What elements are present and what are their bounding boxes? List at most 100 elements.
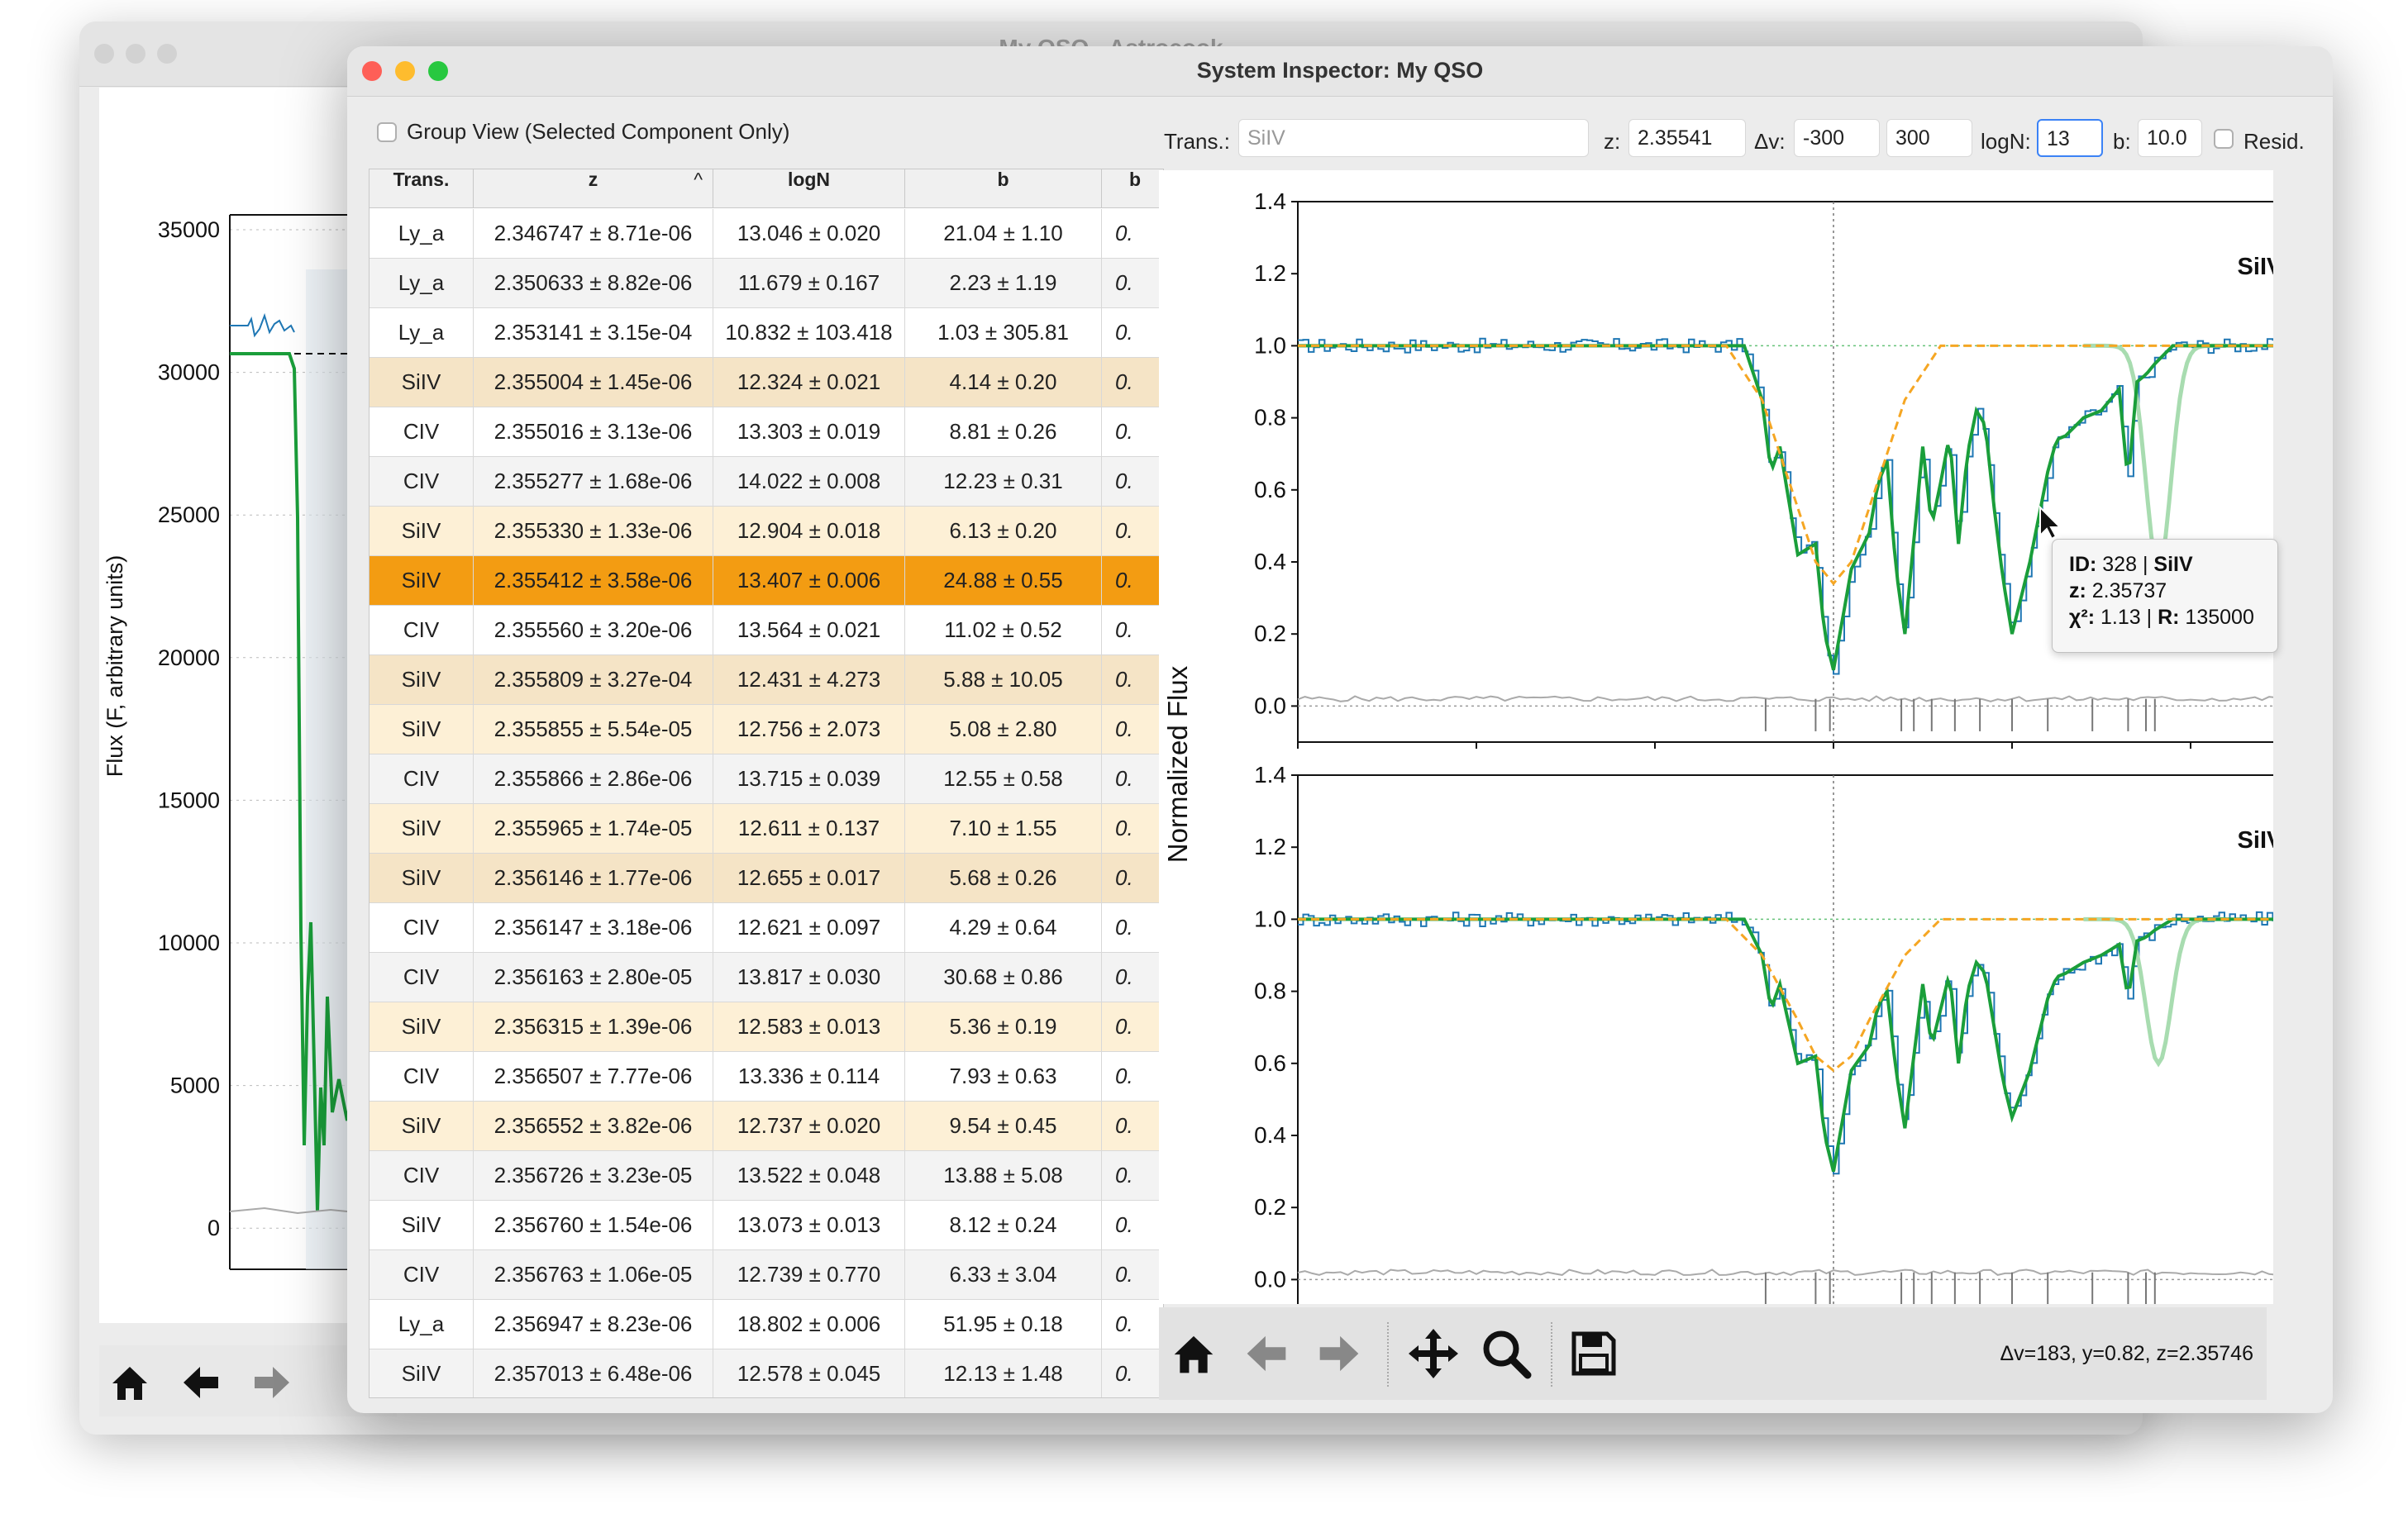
table-cell-b: 6.33 ± 3.04 (905, 1250, 1102, 1299)
residual-line (1297, 1268, 2273, 1276)
components-table[interactable]: Trans. z ^ logN b b Ly_a 2.346747 ± 8.71e… (369, 169, 1164, 1398)
table-cell-logn: 13.817 ± 0.030 (713, 953, 905, 1002)
table-row[interactable]: SiIV 2.355809 ± 3.27e-04 12.431 ± 4.273 5.8… (370, 655, 1163, 705)
table-row[interactable]: CIV 2.356726 ± 3.23e-05 13.522 ± 0.048 13.8… (370, 1151, 1163, 1201)
table-cell-logn: 13.715 ± 0.039 (713, 754, 905, 803)
table-row[interactable]: CIV 2.355016 ± 3.13e-06 13.303 ± 0.019 8.81… (370, 407, 1163, 457)
spectrum-plot[interactable]: 0.0 0.2 0.4 0.6 0.8 1.0 1.2 1.4 SiIV_1393 0.0 0.2 0… (1159, 170, 2273, 1304)
table-cell-b: 24.88 ± 0.55 (905, 556, 1102, 605)
table-row[interactable]: SiIV 2.355330 ± 1.33e-06 12.904 ± 0.018 6.1… (370, 507, 1163, 556)
table-row[interactable]: CIV 2.355866 ± 2.86e-06 13.715 ± 0.039 12.5… (370, 754, 1163, 804)
column-header-b-extra[interactable]: b (1102, 169, 1163, 207)
plot-toolbar: Δv=183, y=0.82, z=2.35746 (1159, 1307, 2267, 1400)
status-readout: Δv=183, y=0.82, z=2.35746 (2000, 1342, 2253, 1365)
component-tooltip: ID: 328 | SiIV z: 2.35737 χ²: 1.13 | R: … (2052, 539, 2278, 653)
table-cell-extra: 0. (1115, 617, 1133, 642)
column-header-logn[interactable]: logN (713, 169, 905, 207)
resid-checkbox[interactable] (2214, 129, 2234, 149)
table-cell-trans: Ly_a (370, 259, 474, 307)
bg-y-tick-label: 15000 (158, 788, 220, 812)
table-row[interactable]: CIV 2.356763 ± 1.06e-05 12.739 ± 0.770 6.33… (370, 1250, 1163, 1300)
back-arrow-icon[interactable] (179, 1360, 223, 1405)
table-row[interactable]: CIV 2.356507 ± 7.77e-06 13.336 ± 0.114 7.93… (370, 1052, 1163, 1102)
table-row[interactable]: Ly_a 2.353141 ± 3.15e-04 10.832 ± 103.418 1… (370, 308, 1163, 358)
table-cell-z: 2.355412 ± 3.58e-06 (474, 556, 713, 605)
bg-y-tick-label: 0 (207, 1216, 220, 1240)
save-icon[interactable] (1569, 1329, 1619, 1378)
table-row[interactable]: CIV 2.356163 ± 2.80e-05 13.817 ± 0.030 30.6… (370, 953, 1163, 1002)
table-cell-logn: 12.324 ± 0.021 (713, 358, 905, 407)
z-input[interactable]: 2.35541 (1628, 119, 1746, 157)
bg-y-tick-label: 35000 (158, 217, 220, 242)
table-cell-trans: CIV (370, 754, 474, 803)
logn-input[interactable]: 13 (2037, 119, 2103, 157)
table-cell-z: 2.355330 ± 1.33e-06 (474, 507, 713, 555)
model-line (1298, 917, 2273, 1173)
table-cell-z: 2.355004 ± 1.45e-06 (474, 358, 713, 407)
table-cell-b: 12.55 ± 0.58 (905, 754, 1102, 803)
dv-max-input[interactable]: 300 (1886, 119, 1972, 157)
table-row[interactable]: Ly_a 2.346747 ± 8.71e-06 13.046 ± 0.020 21.… (370, 209, 1163, 259)
table-cell-b: 7.10 ± 1.55 (905, 804, 1102, 853)
table-row[interactable]: SiIV 2.355004 ± 1.45e-06 12.324 ± 0.021 4.1… (370, 358, 1163, 407)
back-arrow-icon[interactable] (1242, 1329, 1291, 1378)
trans-input[interactable]: SiIV (1238, 119, 1589, 157)
table-row[interactable]: CIV 2.355560 ± 3.20e-06 13.564 ± 0.021 11.0… (370, 606, 1163, 655)
data-flux-line (1298, 911, 2273, 1175)
table-cell-trans: Ly_a (370, 209, 474, 258)
forward-arrow-icon[interactable] (1314, 1329, 1364, 1378)
table-cell-logn: 12.621 ± 0.097 (713, 903, 905, 952)
table-row[interactable]: SiIV 2.356315 ± 1.39e-06 12.583 ± 0.013 5.3… (370, 1002, 1163, 1052)
table-cell-z: 2.356146 ± 1.77e-06 (474, 854, 713, 902)
y-tick-label: 0.2 (1254, 621, 1286, 646)
table-row[interactable]: SiIV 2.356760 ± 1.54e-06 13.073 ± 0.013 8.1… (370, 1201, 1163, 1250)
table-cell-b: 5.36 ± 0.19 (905, 1002, 1102, 1051)
table-row[interactable]: SiIV 2.355965 ± 1.74e-05 12.611 ± 0.137 7.1… (370, 804, 1163, 854)
y-tick-label: 0.6 (1254, 1050, 1286, 1076)
table-row[interactable]: CIV 2.355277 ± 1.68e-06 14.022 ± 0.008 12.2… (370, 457, 1163, 507)
plot-area[interactable]: 0.0 0.2 0.4 0.6 0.8 1.0 1.2 1.4 SiIV_1393 0.0 0.2 0… (1159, 170, 2278, 1304)
panel-label: SiIV_1402 (2238, 827, 2273, 854)
y-tick-label: 0.6 (1254, 477, 1286, 502)
table-cell-logn: 12.578 ± 0.045 (713, 1349, 905, 1397)
table-cell-b: 21.04 ± 1.10 (905, 209, 1102, 258)
table-row[interactable]: SiIV 2.355412 ± 3.58e-06 13.407 ± 0.006 24.… (370, 556, 1163, 606)
group-view-checkbox-box[interactable] (377, 121, 397, 142)
b-label: b: (2113, 129, 2131, 154)
table-cell-z: 2.355277 ± 1.68e-06 (474, 457, 713, 506)
table-cell-trans: CIV (370, 407, 474, 456)
table-row[interactable]: Ly_a 2.356947 ± 8.23e-06 18.802 ± 0.006 51.… (370, 1300, 1163, 1349)
group-view-checkbox[interactable]: Group View (Selected Component Only) (377, 119, 789, 145)
column-header-b[interactable]: b (905, 169, 1102, 207)
home-icon[interactable] (107, 1360, 152, 1405)
tooltip-separator-2: | (2146, 606, 2153, 629)
table-cell-z: 2.356315 ± 1.39e-06 (474, 1002, 713, 1051)
table-cell-trans: SiIV (370, 1349, 474, 1397)
zoom-icon[interactable] (1480, 1327, 1533, 1380)
b-input[interactable]: 10.0 (2138, 119, 2202, 157)
table-row[interactable]: CIV 2.356147 ± 3.18e-06 12.621 ± 0.097 4.29… (370, 903, 1163, 953)
y-tick-label: 0.0 (1254, 692, 1286, 718)
tooltip-chi-value: 1.13 (2100, 606, 2141, 629)
table-row[interactable]: SiIV 2.356552 ± 3.82e-06 12.737 ± 0.020 9.5… (370, 1102, 1163, 1151)
table-row[interactable]: SiIV 2.355855 ± 5.54e-05 12.756 ± 2.073 5.0… (370, 705, 1163, 754)
column-header-z[interactable]: z ^ (474, 169, 713, 207)
pan-icon[interactable] (1407, 1327, 1460, 1380)
table-cell-logn: 13.046 ± 0.020 (713, 209, 905, 258)
column-header-trans[interactable]: Trans. (370, 169, 474, 207)
home-icon[interactable] (1169, 1329, 1218, 1378)
bg-y-tick-label: 5000 (170, 1073, 220, 1098)
table-row[interactable]: Ly_a 2.350633 ± 8.82e-06 11.679 ± 0.167 2.2… (370, 259, 1163, 308)
table-cell-trans: SiIV (370, 655, 474, 704)
residual-line (1297, 695, 2273, 702)
table-row[interactable]: SiIV 2.357013 ± 6.48e-06 12.578 ± 0.045 12.… (370, 1349, 1163, 1397)
table-cell-extra: 0. (1115, 865, 1133, 890)
y-tick-label: 1.0 (1254, 332, 1286, 358)
table-cell-logn: 12.611 ± 0.137 (713, 804, 905, 853)
dv-min-input[interactable]: -300 (1794, 119, 1880, 157)
table-cell-logn: 12.737 ± 0.020 (713, 1102, 905, 1150)
forward-arrow-icon[interactable] (250, 1360, 294, 1405)
y-tick-label: 0.8 (1254, 978, 1286, 1004)
table-cell-extra: 0. (1115, 469, 1133, 493)
table-row[interactable]: SiIV 2.356146 ± 1.77e-06 12.655 ± 0.017 5.6… (370, 854, 1163, 903)
